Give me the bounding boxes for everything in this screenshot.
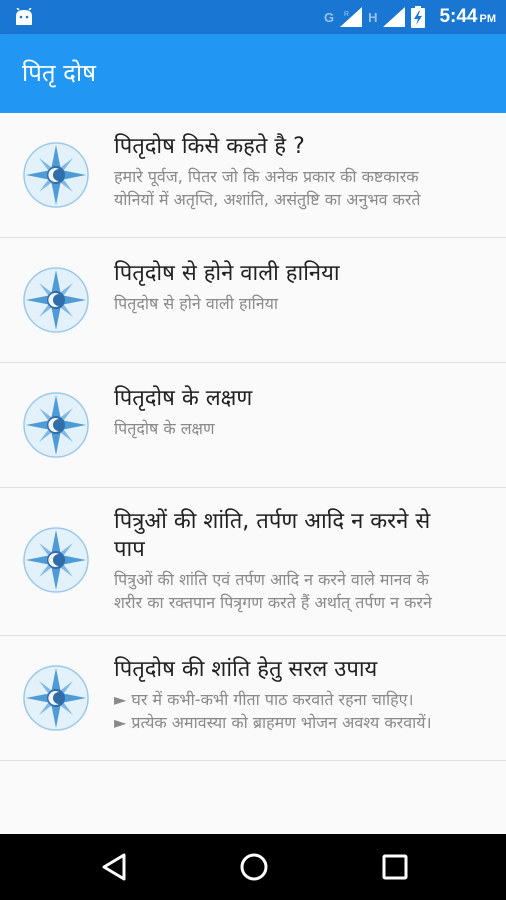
recents-icon[interactable]: [381, 852, 409, 882]
android-icon: [16, 8, 32, 25]
item-title: पाप: [114, 537, 145, 562]
item-subtitle: पितृदोष के लक्षण: [114, 419, 215, 438]
battery-charging-icon: [411, 6, 426, 28]
back-icon[interactable]: [100, 852, 128, 882]
home-icon[interactable]: [239, 852, 269, 882]
item-subtitle: हमारे पूर्वज, पितर जो कि अनेक प्रकार की …: [114, 167, 419, 186]
compass-star-icon: [23, 527, 89, 593]
list-item[interactable]: पितृदोष किसे कहते है ? हमारे पूर्वज, पित…: [0, 113, 506, 238]
item-subtitle: ► प्रत्येक अमावस्या को ब्राहमण भोजन अवश्…: [114, 713, 432, 732]
page-title: पितृ दोष: [22, 59, 96, 87]
list-item[interactable]: पितृदोष से होने वाली हानिया पितृदोष से ह…: [0, 238, 506, 363]
item-subtitle: योनियों में अतृप्ति, अशांति, असंतुष्टि क…: [114, 190, 421, 209]
network-type-label: G: [323, 9, 335, 25]
network-type-label-2: H: [368, 9, 378, 25]
item-title: पित्रुओं की शांति, तर्पण आदि न करने से: [114, 509, 431, 534]
compass-star-icon: [23, 267, 89, 333]
compass-star-icon: [23, 142, 89, 208]
item-title: पितृदोष के लक्षण: [114, 386, 253, 411]
compass-star-icon: [23, 392, 89, 458]
list-item[interactable]: पितृदोष के लक्षण पितृदोष के लक्षण: [0, 363, 506, 488]
signal-icon: R: [340, 7, 363, 27]
status-bar: G R H 5:44 PM: [0, 0, 506, 34]
item-subtitle: पित्रुओं की शांति एवं तर्पण आदि न करने व…: [114, 570, 429, 589]
topic-list: पितृदोष किसे कहते है ? हमारे पूर्वज, पित…: [0, 113, 506, 761]
signal-icon-2: [383, 7, 406, 27]
list-item[interactable]: पितृदोष की शांति हेतु सरल उपाय ► घर में …: [0, 636, 506, 761]
clock: 5:44 PM: [439, 6, 496, 27]
list-item[interactable]: पित्रुओं की शांति, तर्पण आदि न करने से प…: [0, 488, 506, 636]
app-bar: पितृ दोष: [0, 34, 506, 113]
item-subtitle: ► घर में कभी-कभी गीता पाठ करवाते रहना चा…: [114, 690, 414, 709]
item-title: पितृदोष किसे कहते है ?: [114, 134, 305, 159]
item-title: पितृदोष से होने वाली हानिया: [114, 261, 340, 286]
item-subtitle: पितृदोष से होने वाली हानिया: [114, 294, 279, 313]
item-subtitle: शरीर का रक्तपान पित्रृगण करते हैं अर्थात…: [114, 593, 432, 612]
navigation-bar: [0, 834, 506, 900]
item-title: पितृदोष की शांति हेतु सरल उपाय: [114, 657, 378, 682]
svg-text:R: R: [344, 11, 349, 18]
compass-star-icon: [23, 665, 89, 731]
